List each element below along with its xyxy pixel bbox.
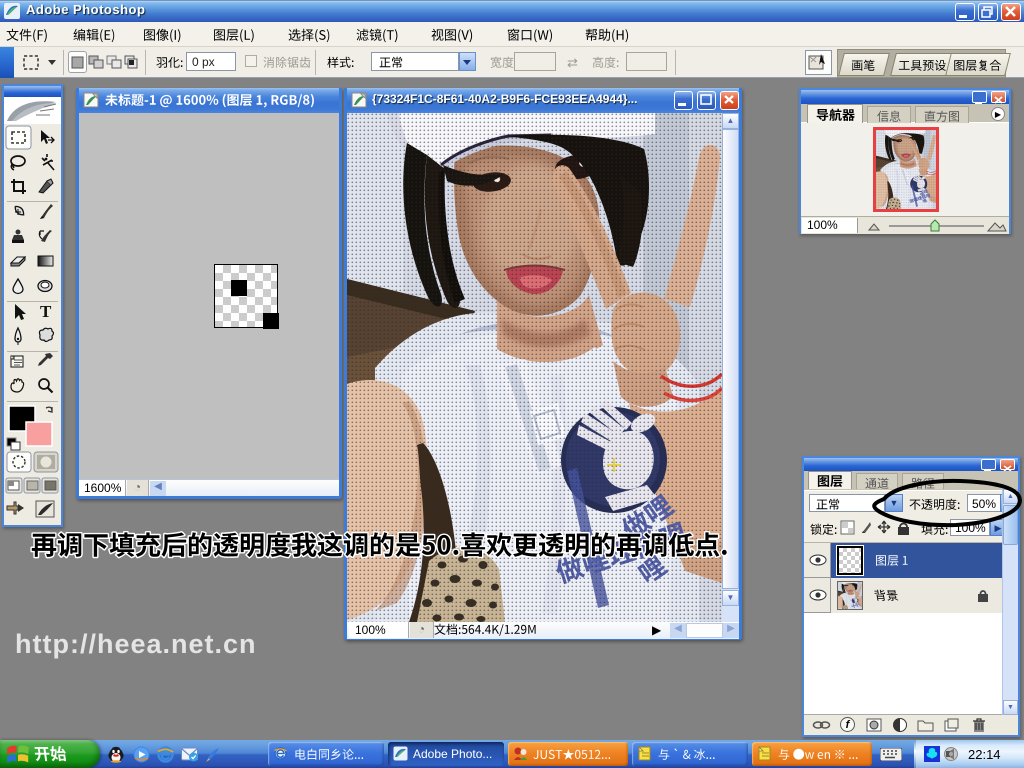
svg-text:T: T xyxy=(40,302,52,321)
